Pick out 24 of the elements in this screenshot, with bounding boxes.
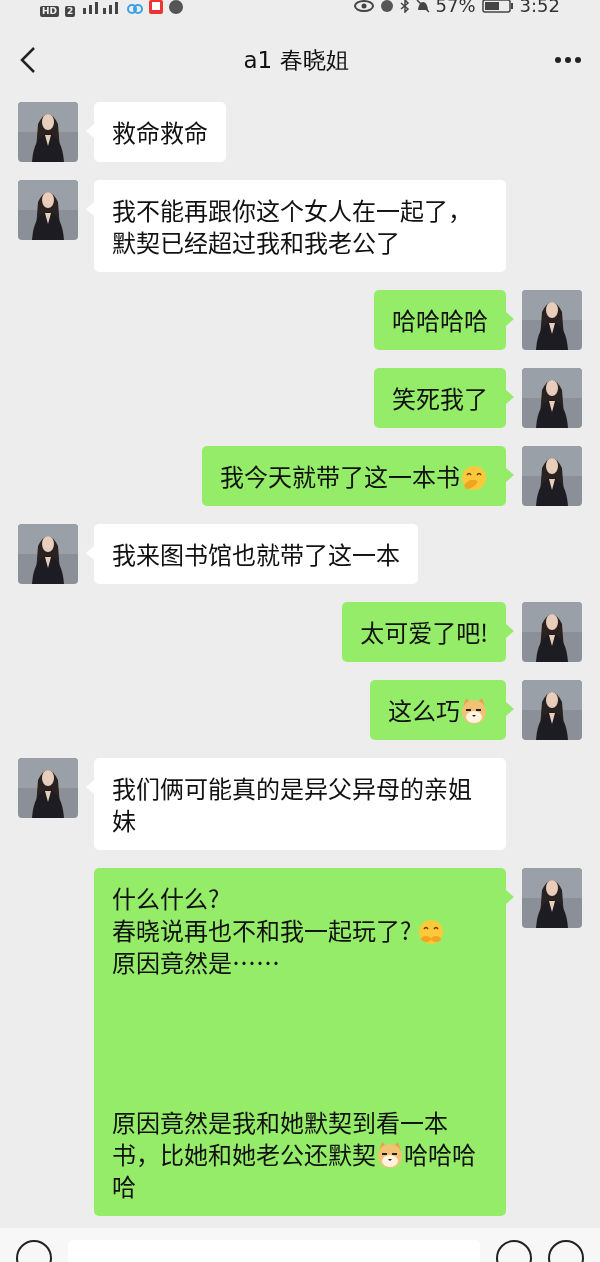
battery-icon xyxy=(481,0,514,13)
sim-badge: 2 xyxy=(65,6,76,17)
chat-title: a1 春晓姐 xyxy=(243,45,349,75)
hd-badge: HD xyxy=(40,6,59,17)
dog-icon xyxy=(460,697,488,725)
message-bubble: 我们俩可能真的是异父异母的亲姐妹 xyxy=(94,758,506,850)
smiley-icon xyxy=(460,463,488,491)
message-bubble: 哈哈哈哈 xyxy=(374,290,506,350)
message-bubble: 这么巧 xyxy=(370,680,506,740)
eye-icon xyxy=(353,0,374,12)
message-bubble: 什么什么? 春晓说再也不和我一起玩了? 原因竟然是…… 原因竟然是我和她默契到看一本书，比她和她老公还默契 哈哈哈哈 xyxy=(94,868,506,1216)
message-bubble: 救命救命 xyxy=(94,102,226,162)
message-bubble: 我不能再跟你这个女人在一起了，默契已经超过我和我老公了 xyxy=(94,180,506,272)
message-bubble: 我今天就带了这一本书 xyxy=(202,446,506,506)
message-bubble: 我来图书馆也就带了这一本 xyxy=(94,524,418,584)
message-bubble: 笑死我了 xyxy=(374,368,506,428)
more-icon[interactable] xyxy=(554,56,582,64)
book-icon xyxy=(149,0,164,14)
mute-icon xyxy=(415,0,430,13)
message-bubble: 太可爱了吧! xyxy=(342,602,506,662)
dog-icon xyxy=(376,1141,404,1169)
bluetooth-icon xyxy=(399,0,410,13)
smiley-icon xyxy=(416,917,445,945)
back-icon[interactable] xyxy=(18,46,38,74)
